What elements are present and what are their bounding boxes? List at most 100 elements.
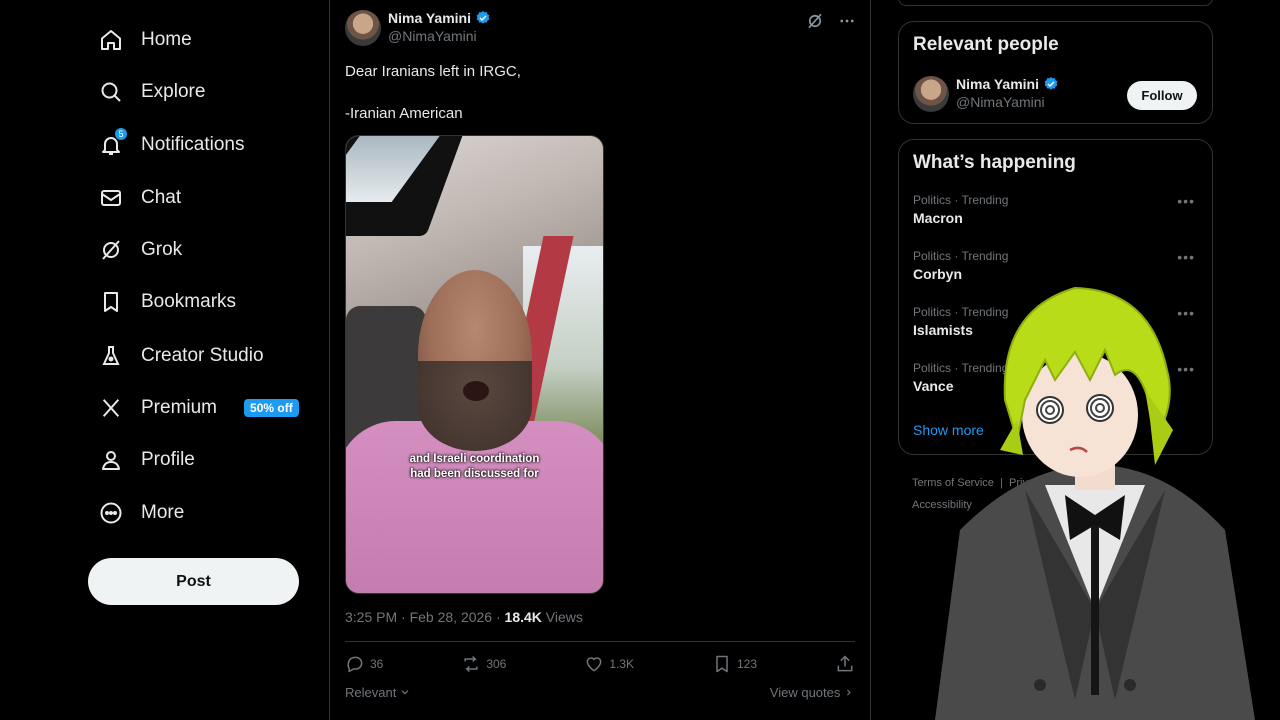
tweet-actions: 36 306 1.3K 123: [345, 654, 855, 674]
terms-link[interactable]: Terms of Service: [912, 477, 994, 489]
home-icon: [98, 27, 124, 53]
reply-button[interactable]: 36: [345, 654, 383, 674]
tweet-views-count: 18.4K: [504, 609, 542, 625]
video-person-beard: [418, 361, 532, 451]
trend-category: Politics · Trending: [913, 249, 1009, 263]
nav-item-chat[interactable]: Chat: [98, 178, 181, 218]
divider: [345, 641, 855, 642]
trend-category: Politics · Trending: [913, 193, 1009, 207]
tweet-meta: 3:25 PM · Feb 28, 2026 · 18.4K Views: [345, 609, 583, 625]
trend-more-icon[interactable]: •••: [1177, 305, 1195, 321]
trend-more-icon[interactable]: •••: [1177, 193, 1195, 209]
person-avatar[interactable]: [913, 76, 949, 112]
bookmark-button[interactable]: 123: [712, 654, 757, 674]
bookmark-icon: [716, 655, 728, 673]
verified-badge-icon: [1044, 77, 1058, 90]
more-circle-icon: [98, 500, 124, 526]
app: Home Explore 5 Notifications Chat Grok B…: [0, 0, 1280, 720]
grok-icon[interactable]: [806, 12, 824, 30]
more-dots-icon[interactable]: [838, 12, 856, 30]
tweet-views-label: Views: [541, 609, 583, 625]
trend-more-icon[interactable]: •••: [1177, 249, 1195, 265]
search-icon: [98, 79, 124, 105]
video-caption: and Israeli coordination had been discus…: [409, 453, 540, 480]
nav-label-more: More: [141, 502, 185, 523]
accessibility-link[interactable]: Accessibility: [912, 499, 972, 511]
trend-category: Politics · Trending: [913, 305, 1009, 319]
person-handle[interactable]: @NimaYamini: [956, 94, 1059, 110]
nav-item-premium[interactable]: Premium 50% off: [98, 388, 299, 428]
nav-item-home[interactable]: Home: [98, 20, 192, 60]
trend-topic: Macron: [913, 210, 963, 226]
nav-item-more[interactable]: More: [98, 493, 184, 533]
chevron-down-icon: [401, 690, 409, 695]
view-quotes-link[interactable]: View quotes: [770, 685, 853, 700]
follow-button[interactable]: Follow: [1127, 81, 1197, 110]
relevant-people-card: Relevant people Nima Yamini @NimaYamini …: [898, 21, 1213, 124]
trend-item[interactable]: Politics · Trending Islamists •••: [913, 305, 1203, 338]
bookmark-icon: [98, 289, 124, 315]
reply-count: 36: [370, 657, 384, 671]
flask-icon: [98, 343, 124, 369]
nav-label-explore: Explore: [141, 81, 206, 102]
trend-item[interactable]: Politics · Trending Vance •••: [913, 361, 1203, 394]
verified-badge-icon: [476, 11, 490, 24]
view-quotes-label: View quotes: [769, 685, 841, 700]
avatar-tie-strap: [1091, 525, 1099, 695]
x-logo-icon: [98, 395, 124, 421]
tweet-text: Dear Iranians left in IRGC, -Iranian Ame…: [345, 63, 521, 122]
trend-topic: Corbyn: [913, 266, 962, 282]
person-name[interactable]: Nima Yamini: [956, 76, 1039, 92]
reply-sort-dropdown[interactable]: Relevant: [345, 685, 410, 700]
top-card-edge: [898, 0, 1213, 6]
nav-label-grok: Grok: [141, 239, 183, 260]
avatar-button: [1124, 679, 1136, 691]
chevron-right-icon: [846, 689, 851, 696]
post-button[interactable]: Post: [88, 558, 299, 605]
heart-icon: [586, 657, 602, 672]
sidebar-nav: Home Explore 5 Notifications Chat Grok B…: [0, 0, 330, 720]
nav-item-grok[interactable]: Grok: [98, 230, 182, 270]
trend-topic: Islamists: [913, 322, 973, 338]
nav-item-creator-studio[interactable]: Creator Studio: [98, 336, 264, 376]
author-name[interactable]: Nima Yamini: [388, 10, 471, 26]
trend-more-icon[interactable]: •••: [1177, 361, 1195, 377]
repost-button[interactable]: 306: [461, 654, 506, 674]
whats-happening-card: What’s happening Politics · Trending Mac…: [898, 139, 1213, 455]
reply-icon: [347, 656, 363, 673]
share-button[interactable]: [835, 654, 855, 674]
like-button[interactable]: 1.3K: [584, 654, 634, 674]
relevant-person[interactable]: Nima Yamini @NimaYamini: [913, 76, 1059, 112]
video-sunroof-glass: [346, 136, 443, 202]
video-person-mouth: [463, 381, 489, 401]
nav-item-notifications[interactable]: 5 Notifications: [98, 125, 245, 165]
nav-item-profile[interactable]: Profile: [98, 440, 195, 480]
nav-item-explore[interactable]: Explore: [98, 72, 205, 112]
tweet-video[interactable]: and Israeli coordination had been discus…: [345, 135, 604, 594]
tweet-header: Nima Yamini @NimaYamini: [345, 10, 491, 46]
trend-item[interactable]: Politics · Trending Corbyn •••: [913, 249, 1203, 282]
bell-icon: 5: [98, 127, 128, 158]
avatar-lapel-right: [1095, 490, 1165, 700]
nav-label-profile: Profile: [141, 449, 195, 470]
mail-icon: [98, 185, 124, 211]
avatar-lapel-left: [1025, 490, 1095, 700]
nav-label-bookmarks: Bookmarks: [141, 291, 237, 312]
footer-links: Terms of Service | Privacy Policy | Acce…: [912, 477, 1087, 511]
nav-label-home: Home: [141, 29, 192, 50]
tweet-detail: Nima Yamini @NimaYamini Dear Iranians le…: [329, 0, 871, 720]
trend-category: Politics · Trending: [913, 361, 1009, 375]
nav-label-notifications: Notifications: [141, 134, 245, 155]
trend-item[interactable]: Politics · Trending Macron •••: [913, 193, 1203, 226]
show-more-link[interactable]: Show more: [913, 422, 984, 438]
author-handle[interactable]: @NimaYamini: [388, 28, 491, 44]
trend-topic: Vance: [913, 378, 954, 394]
author-avatar[interactable]: [345, 10, 381, 46]
nav-label-premium: Premium: [141, 397, 218, 418]
privacy-link[interactable]: Privacy Policy: [1009, 477, 1077, 489]
repost-count: 306: [486, 657, 507, 671]
nav-item-bookmarks[interactable]: Bookmarks: [98, 282, 236, 322]
premium-discount-badge: 50% off: [244, 399, 299, 417]
author-names: Nima Yamini @NimaYamini: [388, 10, 491, 44]
tweet-timestamp[interactable]: 3:25 PM · Feb 28, 2026 ·: [345, 609, 505, 625]
